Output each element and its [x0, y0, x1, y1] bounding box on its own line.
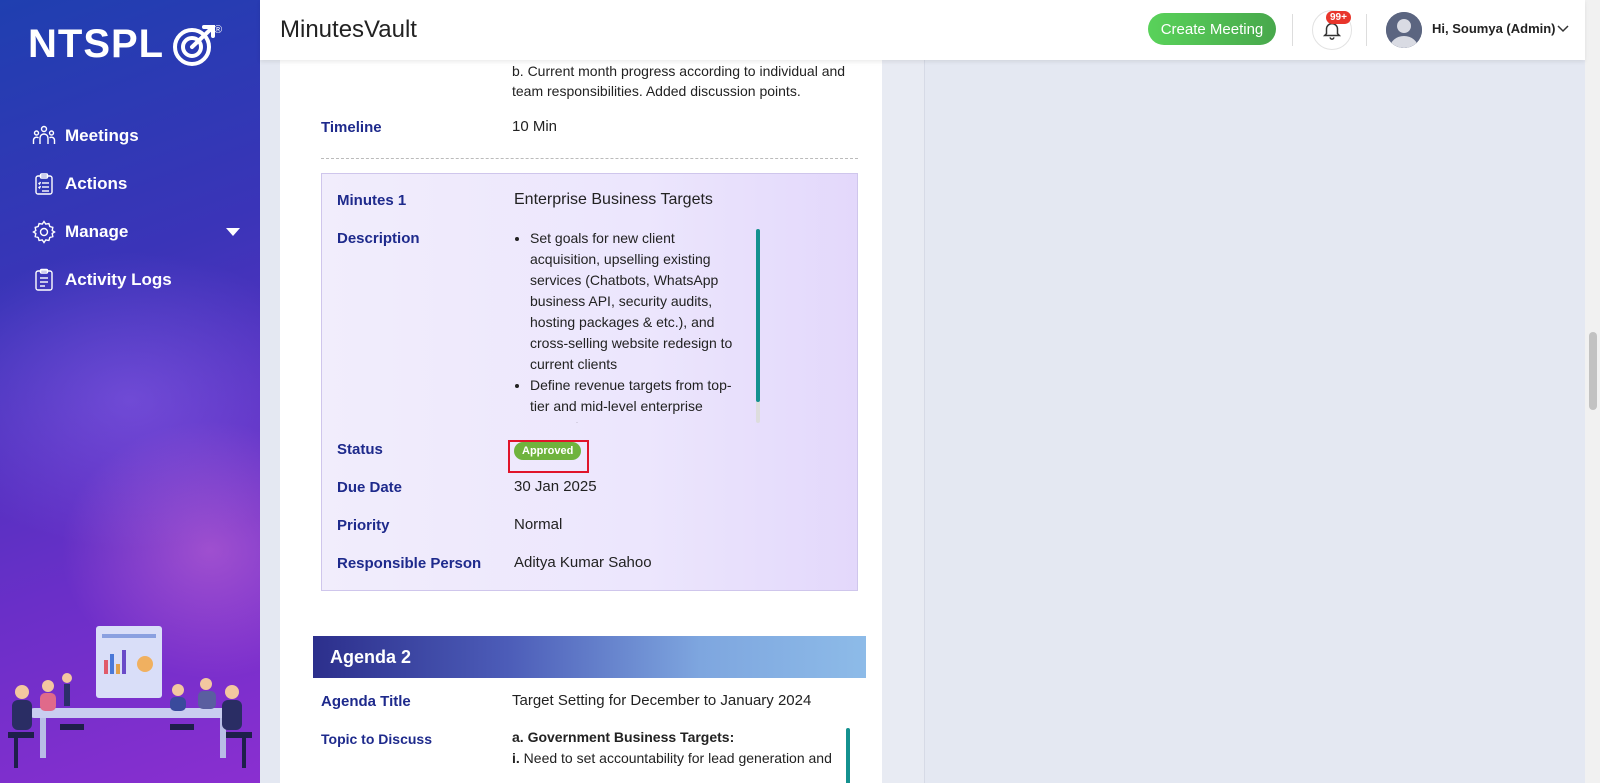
priority-label: Priority	[337, 517, 390, 534]
sidebar-item-meetings[interactable]: Meetings	[0, 112, 260, 160]
gear-icon	[32, 220, 56, 244]
minutes-title-value: Enterprise Business Targets	[514, 191, 713, 208]
sidebar-item-manage[interactable]: Manage	[0, 208, 260, 256]
sidebar-item-activity-logs[interactable]: Activity Logs	[0, 256, 260, 304]
brand-logo[interactable]: NTSPL ®	[28, 22, 223, 67]
agenda-title-value: Target Setting for December to January 2…	[512, 692, 812, 709]
header-divider	[1366, 14, 1367, 46]
side-panel	[924, 60, 1585, 783]
activity-log-icon	[35, 268, 53, 291]
status-label: Status	[337, 441, 383, 458]
header-divider	[1292, 14, 1293, 46]
app-title: MinutesVault	[280, 16, 417, 43]
sidebar-item-label: Actions	[65, 174, 128, 193]
user-avatar-icon	[1386, 12, 1422, 48]
meetings-icon	[32, 125, 56, 144]
clipboard-icon	[35, 173, 53, 195]
timeline-value: 10 Min	[512, 118, 558, 135]
responsible-person-label: Responsible Person	[337, 555, 482, 572]
logo-target-icon	[173, 24, 216, 66]
logo-text: NTSPL	[28, 22, 165, 66]
list-item: Define revenue targets from top-tier and…	[530, 375, 734, 423]
registered-mark: ®	[214, 24, 223, 36]
description-list[interactable]: Set goals for new client acquisition, up…	[514, 228, 734, 423]
minutes-card: Minutes 1 Enterprise Business Targets De…	[321, 173, 858, 591]
due-date-value: 30 Jan 2025	[514, 478, 597, 495]
topic-line: i. Need to set accountability for lead g…	[512, 750, 832, 766]
user-menu-label[interactable]: Hi, Soumya (Admin)	[1432, 21, 1556, 36]
topic-line-text: Need to set accountability for lead gene…	[523, 750, 832, 766]
sidebar-nav: Meetings Actions Manage Activity Logs	[0, 112, 260, 304]
minutes-title-label: Minutes 1	[337, 192, 407, 209]
create-meeting-button[interactable]: Create Meeting	[1148, 13, 1276, 45]
sidebar-item-label: Manage	[65, 222, 129, 241]
chevron-down-icon[interactable]	[1556, 22, 1570, 36]
description-label: Description	[337, 230, 420, 247]
section-divider	[321, 158, 858, 159]
sidebar-item-label: Activity Logs	[65, 270, 172, 289]
agenda-heading: Agenda 2	[313, 636, 866, 678]
sidebar: NTSPL ® Meetings Actions Manage Activity…	[0, 0, 260, 783]
topic-heading: a. Government Business Targets:	[512, 729, 735, 745]
caret-down-icon[interactable]	[226, 228, 240, 236]
meeting-illustration	[8, 626, 252, 768]
content-gutter	[882, 60, 924, 783]
sidebar-item-label: Meetings	[65, 126, 139, 145]
meeting-detail-panel: b. Current month progress according to i…	[280, 60, 882, 783]
notification-count-badge: 99+	[1326, 11, 1351, 24]
due-date-label: Due Date	[337, 479, 403, 496]
description-scrollbar-thumb[interactable]	[756, 229, 760, 402]
top-header: MinutesVault Create Meeting 99+ Hi, Soum…	[260, 0, 1585, 60]
topic-label: Topic to Discuss	[321, 731, 432, 747]
page-scrollbar-thumb[interactable]	[1589, 332, 1597, 410]
sidebar-item-actions[interactable]: Actions	[0, 160, 260, 208]
agenda-title-label: Agenda Title	[321, 693, 411, 710]
priority-value: Normal	[514, 516, 563, 533]
timeline-label: Timeline	[321, 119, 382, 136]
topic-scrollbar-thumb[interactable]	[846, 728, 850, 783]
responsible-person-value: Aditya Kumar Sahoo	[514, 554, 652, 571]
avatar[interactable]	[1386, 12, 1422, 48]
status-highlight-frame	[508, 440, 589, 473]
agenda-topic-text: b. Current month progress according to i…	[512, 63, 846, 99]
list-item: Set goals for new client acquisition, up…	[530, 228, 734, 375]
topic-line-prefix: i.	[512, 750, 520, 766]
